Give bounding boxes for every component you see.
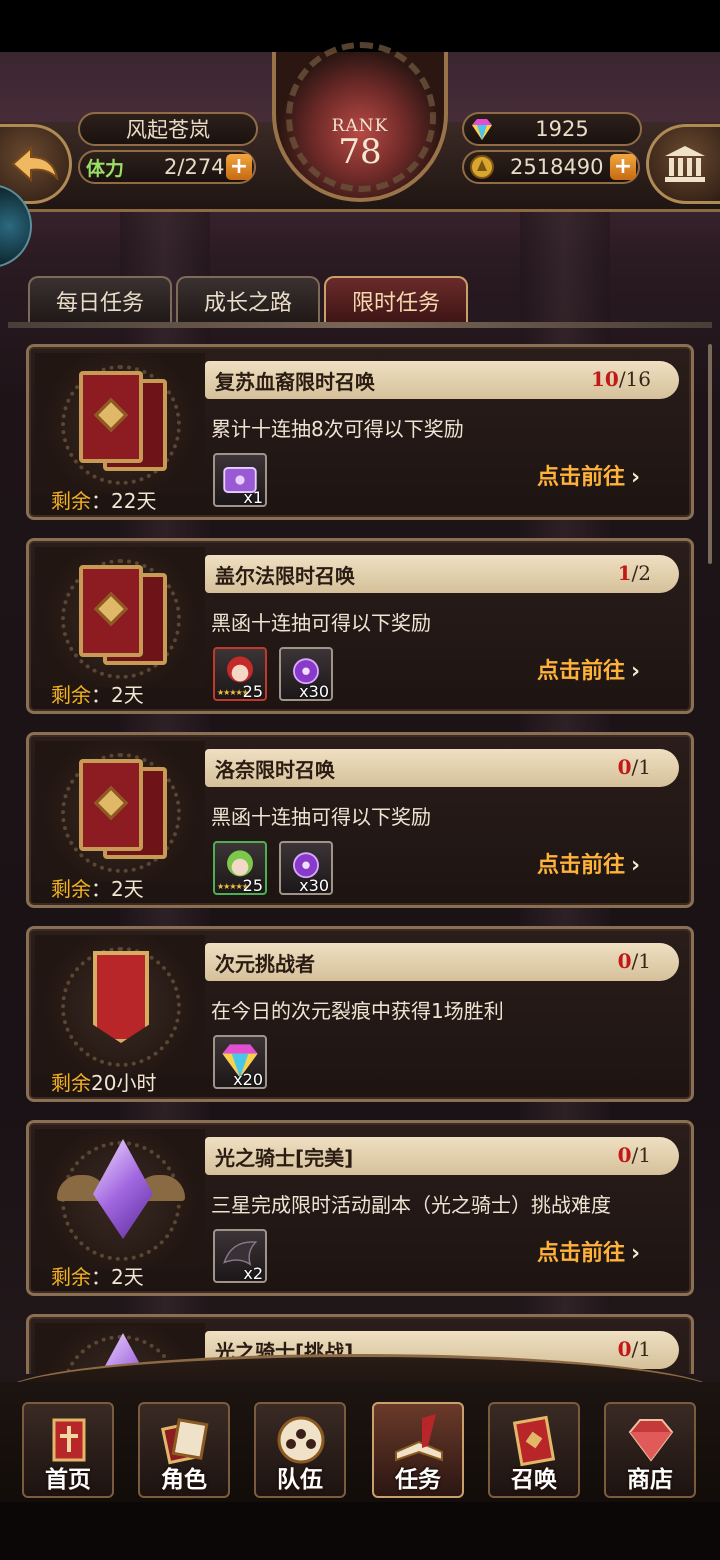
add-stamina-button[interactable]: + [226, 154, 252, 180]
nav-home[interactable]: 首页 [22, 1402, 114, 1498]
reward-quantity: x30 [299, 682, 329, 701]
task-description: 三星完成限时活动副本（光之骑士）挑战难度 [211, 1193, 611, 1217]
player-name: 风起苍岚 [78, 112, 258, 146]
go-to-button[interactable]: 点击前往 › [537, 847, 640, 879]
reward-item[interactable]: ★★★★★ 25 [213, 841, 267, 895]
time-remaining: 剩余：2天 [51, 1265, 144, 1289]
gold-coin-icon [470, 155, 494, 179]
task-title: 光之骑士[完美] [215, 1146, 354, 1170]
time-remaining: 剩余：22天 [51, 489, 157, 513]
nav-quests[interactable]: 任务 [372, 1402, 464, 1498]
reward-item[interactable]: x30 [279, 647, 333, 701]
reward-item[interactable]: ★★★★★ 25 [213, 647, 267, 701]
stamina-label: 体力 [86, 157, 125, 180]
gem-count: 1925 [535, 117, 589, 141]
reward-item[interactable]: x20 [213, 1035, 267, 1089]
reward-item[interactable]: x2 [213, 1229, 267, 1283]
reward-quantity: 25 [242, 876, 263, 895]
task-card: 剩余：22天 复苏血裔限时召唤 10/16 累计十连抽8次可得以下奖励 x1 点… [26, 344, 694, 520]
go-to-button[interactable]: 点击前往 › [537, 1235, 640, 1267]
nav-team[interactable]: 队伍 [254, 1402, 346, 1498]
nav-shop[interactable]: 商店 [604, 1402, 696, 1498]
reward-item[interactable]: x1 [213, 453, 267, 507]
task-card: 剩余20小时 次元挑战者 0/1 在今日的次元裂痕中获得1场胜利 x20 [26, 926, 694, 1102]
light-crystal-icon [35, 1129, 205, 1269]
challenge-banner-icon [35, 935, 205, 1075]
reward-quantity: x2 [243, 1264, 263, 1283]
summon-scroll-icon [35, 547, 205, 687]
stamina-value: 2/274 [164, 155, 225, 179]
nav-label: 召唤 [511, 1467, 557, 1493]
task-progress: 1/2 [617, 561, 651, 585]
go-to-button[interactable]: 点击前往 › [537, 653, 640, 685]
nav-label: 商店 [627, 1467, 673, 1493]
back-arrow-icon [10, 145, 59, 183]
reward-quantity: x1 [243, 488, 263, 507]
add-gold-button[interactable]: + [610, 154, 636, 180]
gold-display: 2518490 + [462, 150, 640, 184]
time-remaining: 剩余：2天 [51, 683, 144, 707]
rank-value: 78 [338, 132, 382, 172]
list-scrollbar[interactable] [708, 344, 712, 564]
task-progress: 0/1 [617, 1337, 651, 1361]
rainbow-gem-icon [472, 119, 492, 140]
task-description: 累计十连抽8次可得以下奖励 [211, 417, 464, 441]
task-description: 黑函十连抽可得以下奖励 [211, 805, 431, 829]
task-title: 洛奈限时召唤 [215, 758, 335, 782]
system-bar [0, 1502, 720, 1560]
task-progress: 0/1 [617, 1143, 651, 1167]
task-description: 黑函十连抽可得以下奖励 [211, 611, 431, 635]
gem-display: 1925 [462, 112, 642, 146]
task-description: 在今日的次元裂痕中获得1场胜利 [211, 999, 504, 1023]
nav-label: 队伍 [277, 1467, 323, 1493]
library-button[interactable] [646, 124, 720, 204]
nav-summon[interactable]: 召唤 [488, 1402, 580, 1498]
nav-label: 首页 [45, 1467, 91, 1493]
quest-tabs: 每日任务 成长之路 限时任务 [28, 276, 468, 324]
task-card: 剩余：2天 洛奈限时召唤 0/1 黑函十连抽可得以下奖励 ★★★★★ 25 x3… [26, 732, 694, 908]
stamina-display: 体力 2/274 + [78, 150, 256, 184]
reward-item[interactable]: x30 [279, 841, 333, 895]
tab-rail [8, 322, 712, 328]
reward-quantity: 25 [242, 682, 263, 701]
temple-icon [664, 146, 705, 182]
nav-label: 任务 [395, 1467, 441, 1493]
task-title: 次元挑战者 [215, 952, 315, 976]
go-to-button[interactable]: 点击前往 › [537, 459, 640, 491]
nav-character[interactable]: 角色 [138, 1402, 230, 1498]
time-remaining: 剩余：2天 [51, 877, 144, 901]
gold-count: 2518490 [510, 155, 604, 179]
task-progress: 0/1 [617, 949, 651, 973]
nav-label: 角色 [161, 1467, 207, 1493]
task-list[interactable]: 剩余：22天 复苏血裔限时召唤 10/16 累计十连抽8次可得以下奖励 x1 点… [26, 344, 696, 1374]
task-title: 盖尔法限时召唤 [215, 564, 355, 588]
task-card: 剩余：2天 盖尔法限时召唤 1/2 黑函十连抽可得以下奖励 ★★★★★ 25 x… [26, 538, 694, 714]
task-title: 复苏血裔限时召唤 [215, 370, 375, 394]
reward-quantity: x30 [299, 876, 329, 895]
summon-scroll-icon [35, 741, 205, 881]
tab-daily-quests[interactable]: 每日任务 [28, 276, 172, 324]
quest-screen: 风起苍岚 体力 2/274 + RANK 78 1925 2518490 + 每… [0, 0, 720, 1560]
task-progress: 0/1 [617, 755, 651, 779]
summon-scroll-icon [35, 353, 205, 493]
task-card: 剩余：2天 光之骑士[完美] 0/1 三星完成限时活动副本（光之骑士）挑战难度 … [26, 1120, 694, 1296]
time-remaining: 剩余20小时 [51, 1071, 157, 1095]
reward-quantity: x20 [233, 1070, 263, 1089]
task-progress: 10/16 [590, 367, 651, 391]
tab-growth-path[interactable]: 成长之路 [176, 276, 320, 324]
tab-limited-quests[interactable]: 限时任务 [324, 276, 468, 324]
top-status-bar: 风起苍岚 体力 2/274 + RANK 78 1925 2518490 + [0, 42, 720, 268]
